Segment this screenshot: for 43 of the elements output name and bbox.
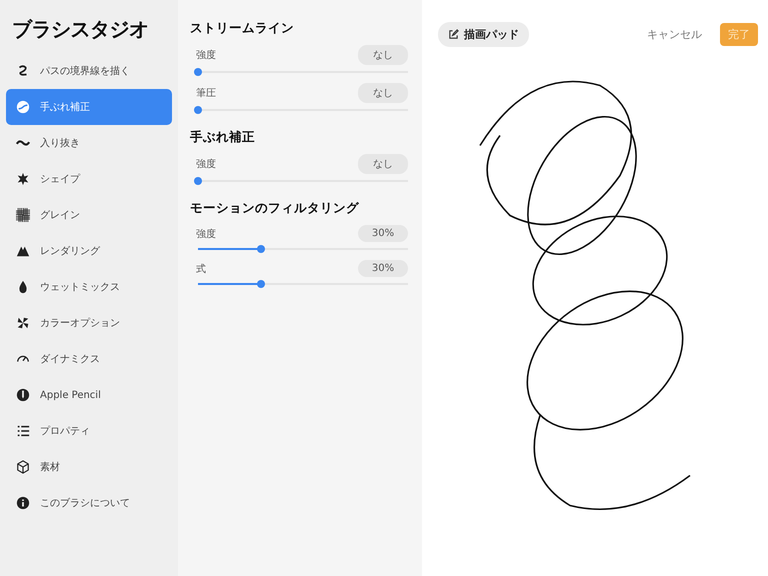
slider-thumb[interactable] [257,280,265,288]
drawing-pad-button[interactable]: 描画パッド [438,22,529,47]
sidebar-item[interactable]: プロパティ [6,413,172,449]
sidebar-item[interactable]: パスの境界線を描く [6,53,172,89]
star-icon [16,172,30,186]
sidebar-item[interactable]: ダイナミクス [6,341,172,377]
slider-label: 強度 [196,48,216,62]
grain-icon [16,208,30,222]
value-reading: 30% [358,260,408,277]
section-heading: ストリームライン [190,20,295,37]
wave-icon [16,100,30,114]
slider-thumb[interactable] [194,106,202,114]
slider-label: 強度 [196,158,216,171]
section-heading: 手ぶれ補正 [190,129,256,146]
slider-thumb[interactable] [257,245,265,253]
value-reading: なし [358,83,408,103]
sidebar-item[interactable]: このブラシについて [6,485,172,521]
sidebar-item[interactable]: カラーオプション [6,305,172,341]
fan-icon [16,316,30,330]
slider-thumb[interactable] [194,177,202,185]
slider-label: 筆圧 [196,87,216,100]
sidebar-item[interactable]: レンダリング [6,233,172,269]
value-reading: なし [358,45,408,65]
cancel-button[interactable]: キャンセル [639,23,710,46]
slider-label: 強度 [196,228,216,240]
value-reading: なし [358,154,408,174]
sidebar-item[interactable]: 素材 [6,449,172,485]
slider-label: 式 [196,262,206,276]
section-heading: モーションのフィルタリング [190,200,360,217]
edit-icon [448,29,459,40]
sidebar-item[interactable]: ウェットミックス [6,269,172,305]
slider-thumb[interactable] [194,68,202,76]
sidebar-item[interactable]: グレイン [6,197,172,233]
sidebar-item[interactable]: 入り抜き [6,125,172,161]
sidebar-item[interactable]: シェイプ [6,161,172,197]
sidebar-item[interactable]: 手ぶれ補正 [6,89,172,125]
cube-icon [16,460,30,474]
info-icon [16,496,30,510]
value-reading: 30% [358,225,408,242]
pencil-icon [16,388,30,402]
sidebar-item[interactable]: Apple Pencil [6,377,172,413]
sidebar-title: ブラシスタジオ [11,16,150,43]
list-icon [16,424,30,438]
